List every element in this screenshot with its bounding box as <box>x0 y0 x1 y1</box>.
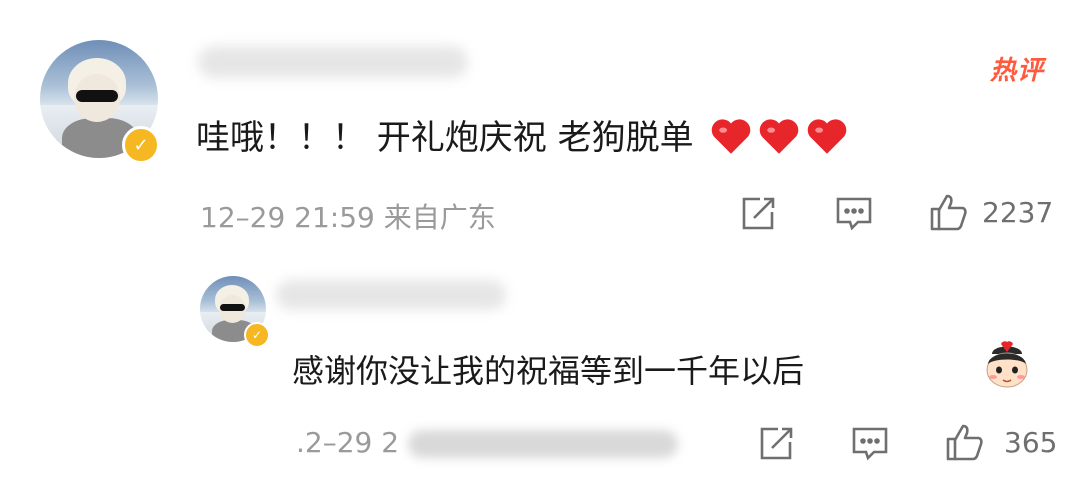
heart-emoji <box>806 117 848 155</box>
reply-meta-visible: .2–29 2 <box>296 426 400 459</box>
commenter-name-blurred[interactable] <box>198 46 468 78</box>
comment-text: 哇哦！！！ 开礼炮庆祝 老狗脱单 <box>196 110 848 159</box>
comment-icon[interactable] <box>834 194 874 234</box>
repost-icon[interactable] <box>756 424 796 464</box>
reply-like-count: 365 <box>1004 426 1058 459</box>
reply-text: 感谢你没让我的祝福等到一千年以后 <box>292 352 805 390</box>
reply-meta-blurred <box>408 430 678 458</box>
hot-comment-badge: 热评 <box>990 56 1045 86</box>
replier-name-blurred[interactable] <box>276 280 506 310</box>
repost-icon[interactable] <box>738 194 778 234</box>
like-icon[interactable] <box>928 192 968 232</box>
heart-emoji <box>758 117 800 155</box>
like-icon[interactable] <box>944 422 984 462</box>
comment-icon[interactable] <box>850 424 890 464</box>
like-count: 2237 <box>982 196 1054 229</box>
comment-meta: 12–29 21:59 来自广东 <box>200 201 496 234</box>
verified-badge-icon: ✓ <box>122 126 160 164</box>
heart-emoji <box>710 117 752 155</box>
face-emoji <box>980 340 1034 390</box>
verified-badge-icon: ✓ <box>244 322 270 348</box>
